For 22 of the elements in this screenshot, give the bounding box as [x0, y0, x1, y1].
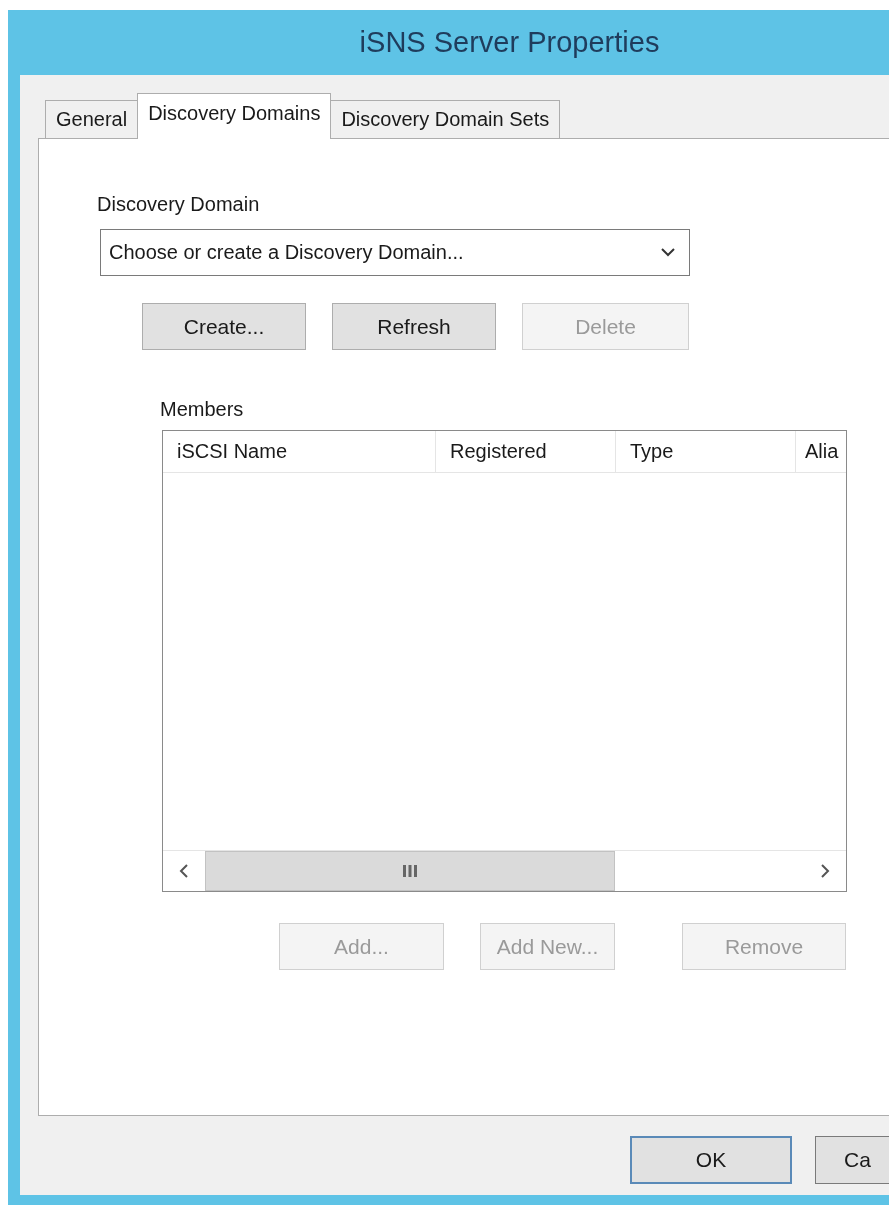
- field-label: Discovery Domain: [97, 193, 260, 216]
- create-button[interactable]: Create...: [142, 303, 306, 350]
- tab[interactable]: General: [45, 100, 139, 138]
- scrollbar-thumb[interactable]: [205, 851, 615, 891]
- discovery-domain-dropdown[interactable]: Choose or create a Discovery Domain...: [100, 229, 690, 276]
- scroll-left-icon[interactable]: [179, 863, 189, 879]
- window-title: iSNS Server Properties: [359, 26, 660, 59]
- chevron-down-icon: [661, 248, 675, 257]
- tab[interactable]: Discovery Domain Sets: [330, 100, 561, 138]
- column-header[interactable]: Alia: [796, 431, 846, 472]
- ok-button[interactable]: OK: [630, 1136, 792, 1184]
- column-header[interactable]: iSCSI Name: [163, 431, 436, 472]
- cancel-button[interactable]: Ca: [815, 1136, 889, 1184]
- column-header[interactable]: Registered: [436, 431, 616, 472]
- members-list[interactable]: iSCSI Name Registered Type Alia: [162, 430, 847, 892]
- horizontal-scrollbar[interactable]: [163, 850, 846, 891]
- list-label: Members: [160, 398, 244, 421]
- column-header[interactable]: Type: [616, 431, 796, 472]
- scroll-right-icon[interactable]: [820, 863, 830, 879]
- grip-icon: [402, 864, 418, 878]
- refresh-button[interactable]: Refresh: [332, 303, 496, 350]
- tab[interactable]: Discovery Domains: [137, 93, 332, 139]
